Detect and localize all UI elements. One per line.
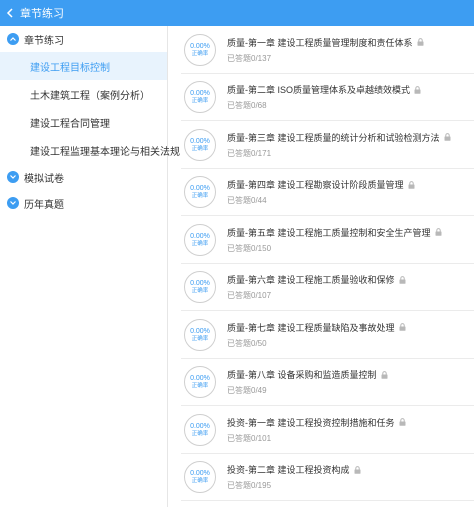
chapter-row[interactable]: 0.00% 正确率 质量-第八章 设备采购和监造质量控制 已答题0/49	[169, 359, 474, 406]
chapter-row[interactable]: 0.00% 正确率 质量-第七章 建设工程质量缺陷及事故处理 已答题0/50	[169, 311, 474, 359]
chapter-progress: 已答题0/101	[227, 433, 272, 443]
chapter-title: 质量-第四章 建设工程勘察设计阶段质量管理	[227, 180, 404, 191]
accuracy-value: 0.00%	[190, 232, 210, 240]
lock-icon	[444, 133, 451, 141]
accuracy-value: 0.00%	[190, 375, 210, 383]
accuracy-circle: 0.00% 正确率	[184, 176, 216, 209]
chapter-title: 投资-第二章 建设工程投资构成	[227, 465, 350, 476]
accuracy-circle: 0.00% 正确率	[184, 318, 216, 351]
sidebar-item-supervision-theory[interactable]: 建设工程监理基本理论与相关法规	[0, 136, 180, 164]
chapter-progress: 已答题0/68	[227, 101, 267, 111]
accuracy-value: 0.00%	[190, 327, 210, 335]
sidebar-category-past-exams[interactable]: 历年真题	[0, 190, 167, 216]
accuracy-circle: 0.00% 正确率	[184, 413, 216, 446]
chapter-progress: 已答题0/44	[227, 196, 267, 206]
accuracy-circle: 0.00% 正确率	[184, 366, 216, 399]
chapter-title: 投资-第一章 建设工程投资控制措施和任务	[227, 417, 395, 428]
chapter-title: 质量-第八章 设备采购和监造质量控制	[227, 370, 377, 381]
accuracy-circle: 0.00% 正确率	[184, 223, 216, 256]
accuracy-value: 0.00%	[190, 90, 210, 98]
chapter-progress: 已答题0/195	[227, 481, 272, 491]
lock-icon	[381, 370, 388, 379]
sidebar-item-civil-engineering[interactable]: 土木建筑工程（案例分析）	[0, 80, 167, 108]
chapter-title: 质量-第七章 建设工程质量缺陷及事故处理	[227, 322, 395, 333]
chapter-progress: 已答题0/49	[227, 386, 267, 396]
chevron-down-icon	[7, 171, 19, 183]
lock-icon	[417, 38, 424, 46]
accuracy-value: 0.00%	[190, 470, 210, 478]
chevron-down-icon	[7, 197, 19, 209]
accuracy-value: 0.00%	[190, 137, 210, 145]
chapter-list: 0.00% 正确率 质量-第一章 建设工程质量管理制度和责任体系 已答题0/13…	[169, 26, 474, 507]
accuracy-value: 0.00%	[190, 422, 210, 430]
accuracy-label: 正确率	[191, 50, 209, 57]
sidebar-category-mock-exam[interactable]: 模拟试卷	[0, 164, 167, 190]
lock-icon	[408, 180, 415, 189]
accuracy-label: 正确率	[191, 240, 209, 247]
chapter-title: 质量-第六章 建设工程施工质量验收和保修	[227, 275, 395, 286]
chapter-progress: 已答题0/150	[227, 243, 272, 253]
chevron-up-icon	[7, 33, 19, 45]
chapter-title: 质量-第五章 建设工程施工质量控制和安全生产管理	[227, 227, 431, 238]
accuracy-value: 0.00%	[190, 42, 210, 50]
accuracy-circle: 0.00% 正确率	[184, 128, 216, 161]
accuracy-circle: 0.00% 正确率	[184, 33, 216, 66]
accuracy-circle: 0.00% 正确率	[184, 81, 216, 114]
chapter-progress: 已答题0/107	[227, 291, 272, 301]
accuracy-label: 正确率	[191, 145, 209, 152]
sidebar-category-label: 历年真题	[24, 199, 64, 211]
accuracy-label: 正确率	[191, 98, 209, 105]
chapter-title: 质量-第三章 建设工程质量的统计分析和试验检测方法	[227, 132, 440, 143]
accuracy-label: 正确率	[191, 478, 209, 485]
accuracy-label: 正确率	[191, 430, 209, 437]
lock-icon	[354, 465, 361, 474]
chapter-row[interactable]: 0.00% 正确率 投资-第一章 建设工程投资控制措施和任务 已答题0/101	[169, 406, 474, 454]
chapter-row[interactable]: 0.00% 正确率 质量-第四章 建设工程勘察设计阶段质量管理 已答题0/44	[169, 169, 474, 216]
accuracy-label: 正确率	[191, 335, 209, 342]
chapter-row[interactable]: 0.00% 正确率 质量-第六章 建设工程施工质量验收和保修 已答题0/107	[169, 264, 474, 311]
accuracy-circle: 0.00% 正确率	[184, 271, 216, 304]
accuracy-circle: 0.00% 正确率	[184, 461, 216, 494]
lock-icon	[399, 323, 406, 331]
sidebar: 章节练习 建设工程目标控制 土木建筑工程（案例分析） 建设工程合同管理 建设工程…	[0, 26, 180, 507]
accuracy-label: 正确率	[191, 193, 209, 200]
lock-icon	[414, 85, 421, 94]
sidebar-category-label: 模拟试卷	[24, 173, 64, 185]
page-title: 章节练习	[20, 8, 64, 20]
lock-icon	[399, 275, 406, 284]
chapter-row[interactable]: 0.00% 正确率 投资-第二章 建设工程投资构成 已答题0/195	[169, 454, 474, 501]
accuracy-label: 正确率	[191, 288, 209, 295]
accuracy-label: 正确率	[191, 383, 209, 390]
chapter-progress: 已答题0/171	[227, 148, 272, 158]
chapter-row[interactable]: 0.00% 正确率 质量-第三章 建设工程质量的统计分析和试验检测方法 已答题0…	[169, 121, 474, 169]
lock-icon	[435, 228, 442, 236]
accuracy-value: 0.00%	[190, 280, 210, 288]
lock-icon	[399, 418, 406, 426]
sidebar-category-label: 章节练习	[24, 35, 64, 47]
chapter-progress: 已答题0/137	[227, 53, 272, 63]
chapter-row[interactable]: 0.00% 正确率 质量-第一章 建设工程质量管理制度和责任体系 已答题0/13…	[169, 26, 474, 74]
sidebar-category-chapter-practice[interactable]: 章节练习	[0, 26, 167, 52]
top-bar: 章节练习	[0, 0, 474, 26]
chapter-title: 质量-第二章 ISO质量管理体系及卓越绩效模式	[227, 85, 411, 96]
chapter-title: 质量-第一章 建设工程质量管理制度和责任体系	[227, 37, 413, 48]
sidebar-item-contract-management[interactable]: 建设工程合同管理	[0, 108, 167, 136]
chapter-row[interactable]: 0.00% 正确率 质量-第五章 建设工程施工质量控制和安全生产管理 已答题0/…	[169, 216, 474, 264]
back-chevron-icon[interactable]	[0, 0, 20, 26]
accuracy-value: 0.00%	[190, 185, 210, 193]
chapter-progress: 已答题0/50	[227, 338, 267, 348]
sidebar-item-target-control[interactable]: 建设工程目标控制	[0, 52, 167, 80]
chapter-row[interactable]: 0.00% 正确率 质量-第二章 ISO质量管理体系及卓越绩效模式 已答题0/6…	[169, 74, 474, 121]
